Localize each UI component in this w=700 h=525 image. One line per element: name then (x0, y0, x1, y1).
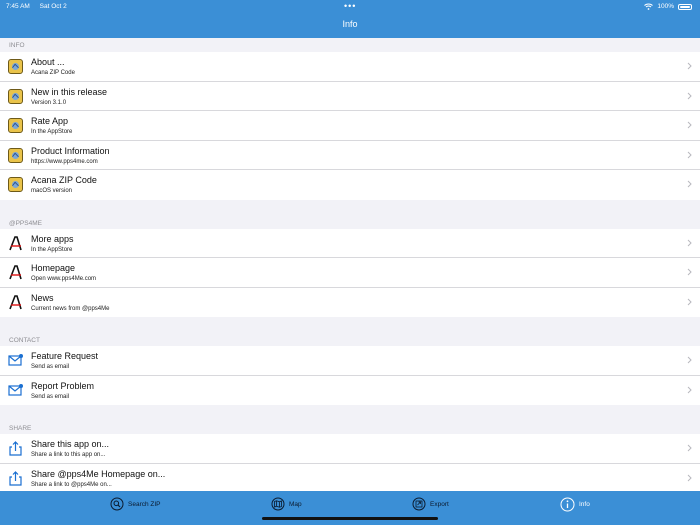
row-subtitle: Version 3.1.0 (31, 99, 67, 106)
section-share: Share this app on... Share a link to thi… (0, 434, 700, 491)
row-about[interactable]: About ... Acana ZIP Code (0, 52, 700, 82)
row-label: More apps (31, 233, 74, 244)
app-icon (8, 177, 23, 192)
section-pps4me: More apps In the AppStore Homepage Open … (0, 228, 700, 317)
chevron-right-icon (687, 444, 692, 452)
row-more-apps[interactable]: More apps In the AppStore (0, 228, 700, 258)
row-label: Share this app on... (31, 439, 110, 449)
navigation-bar: 7:45 AM Sat Oct 2 ••• 100% Info (0, 0, 700, 38)
share-icon (9, 441, 22, 456)
row-subtitle: Share a link to this app on... (31, 452, 106, 458)
section-header-contact: CONTACT (9, 337, 40, 344)
settings-list[interactable]: INFO About ... Acana ZIP Code New in thi… (0, 38, 700, 491)
multitasking-dots-icon[interactable]: ••• (344, 1, 356, 11)
chevron-right-icon (687, 180, 692, 188)
wifi-icon (644, 3, 654, 10)
chevron-right-icon (687, 92, 692, 99)
chevron-right-icon (687, 121, 692, 129)
tab-export[interactable]: Export (412, 497, 449, 511)
info-icon (560, 497, 575, 512)
pps-logo-icon (9, 294, 22, 309)
tab-info[interactable]: Info (560, 497, 590, 512)
row-subtitle: Share a link to @pps4Me on... (31, 481, 112, 488)
tab-label: Info (579, 501, 590, 508)
chevron-right-icon (687, 474, 692, 481)
row-label: Report Problem (31, 380, 95, 391)
row-label: Feature Request (31, 351, 99, 361)
search-icon (110, 497, 124, 511)
battery-percentage: 100% (657, 3, 674, 10)
row-subtitle: Current news from @pps4Me (31, 305, 110, 312)
pps-logo-icon (9, 235, 22, 250)
tab-label: Export (430, 500, 449, 508)
status-time: 7:45 AM (6, 3, 30, 10)
tab-search-zip[interactable]: Search ZIP (110, 497, 161, 511)
chevron-right-icon (687, 62, 692, 70)
row-feature-request[interactable]: Feature Request Send as email (0, 346, 700, 376)
app-icon (8, 88, 23, 104)
row-rate-app[interactable]: Rate App In the AppStore (0, 111, 700, 141)
share-icon (9, 470, 22, 486)
row-share-homepage[interactable]: Share @pps4Me Homepage on... Share a lin… (0, 463, 700, 491)
row-label: Rate App (31, 116, 69, 126)
app-icon (8, 59, 23, 74)
row-label: Homepage (31, 263, 76, 273)
section-header-pps4me: @PPS4ME (9, 219, 42, 227)
row-subtitle: In the AppStore (31, 129, 73, 135)
status-bar-left: 7:45 AM Sat Oct 2 (6, 3, 75, 10)
pps-logo-icon (9, 265, 22, 280)
row-subtitle: Send as email (31, 364, 70, 370)
chevron-right-icon (687, 386, 692, 393)
section-contact: Feature Request Send as email Report Pro… (0, 346, 700, 405)
page-title: Info (342, 19, 358, 29)
row-report-problem[interactable]: Report Problem Send as email (0, 375, 700, 405)
mail-icon (8, 383, 23, 396)
mail-icon (8, 354, 23, 366)
app-icon (8, 147, 23, 163)
row-label: New in this release (31, 86, 108, 97)
chevron-right-icon (687, 298, 692, 305)
map-icon (271, 497, 285, 511)
app-icon (8, 118, 23, 133)
row-subtitle: In the AppStore (31, 246, 73, 253)
row-share-app[interactable]: Share this app on... Share a link to thi… (0, 434, 700, 464)
chevron-right-icon (687, 151, 692, 158)
chevron-right-icon (687, 268, 692, 276)
row-product-information[interactable]: Product Information https://www.pps4me.c… (0, 140, 700, 170)
row-label: Share @pps4Me Homepage on... (31, 468, 166, 479)
row-subtitle: Acana ZIP Code (31, 70, 75, 76)
battery-icon (678, 3, 692, 10)
status-bar-right: 100% (644, 3, 692, 10)
export-icon (412, 497, 426, 511)
row-label: News (31, 292, 54, 303)
tab-map[interactable]: Map (271, 497, 302, 511)
row-homepage[interactable]: Homepage Open www.pps4Me.com (0, 258, 700, 288)
status-date: Sat Oct 2 (39, 3, 67, 10)
row-macos-version[interactable]: Acana ZIP Code macOS version (0, 170, 700, 200)
chevron-right-icon (687, 239, 692, 246)
home-indicator[interactable] (262, 517, 438, 520)
row-subtitle: Open www.pps4Me.com (31, 276, 97, 282)
row-label: Product Information (31, 145, 110, 156)
row-subtitle: Send as email (31, 393, 70, 400)
row-news[interactable]: News Current news from @pps4Me (0, 287, 700, 317)
row-new-in-release[interactable]: New in this release Version 3.1.0 (0, 81, 700, 111)
tab-label: Search ZIP (128, 500, 161, 508)
section-header-share: SHARE (9, 425, 32, 432)
row-subtitle: https://www.pps4me.com (31, 158, 98, 165)
row-label: Acana ZIP Code (31, 175, 97, 185)
row-label: About ... (31, 57, 65, 67)
section-info: About ... Acana ZIP Code New in this rel… (0, 52, 700, 200)
chevron-right-icon (687, 356, 692, 364)
tab-label: Map (289, 500, 302, 508)
row-subtitle: macOS version (31, 188, 73, 194)
section-header-info: INFO (9, 41, 25, 49)
